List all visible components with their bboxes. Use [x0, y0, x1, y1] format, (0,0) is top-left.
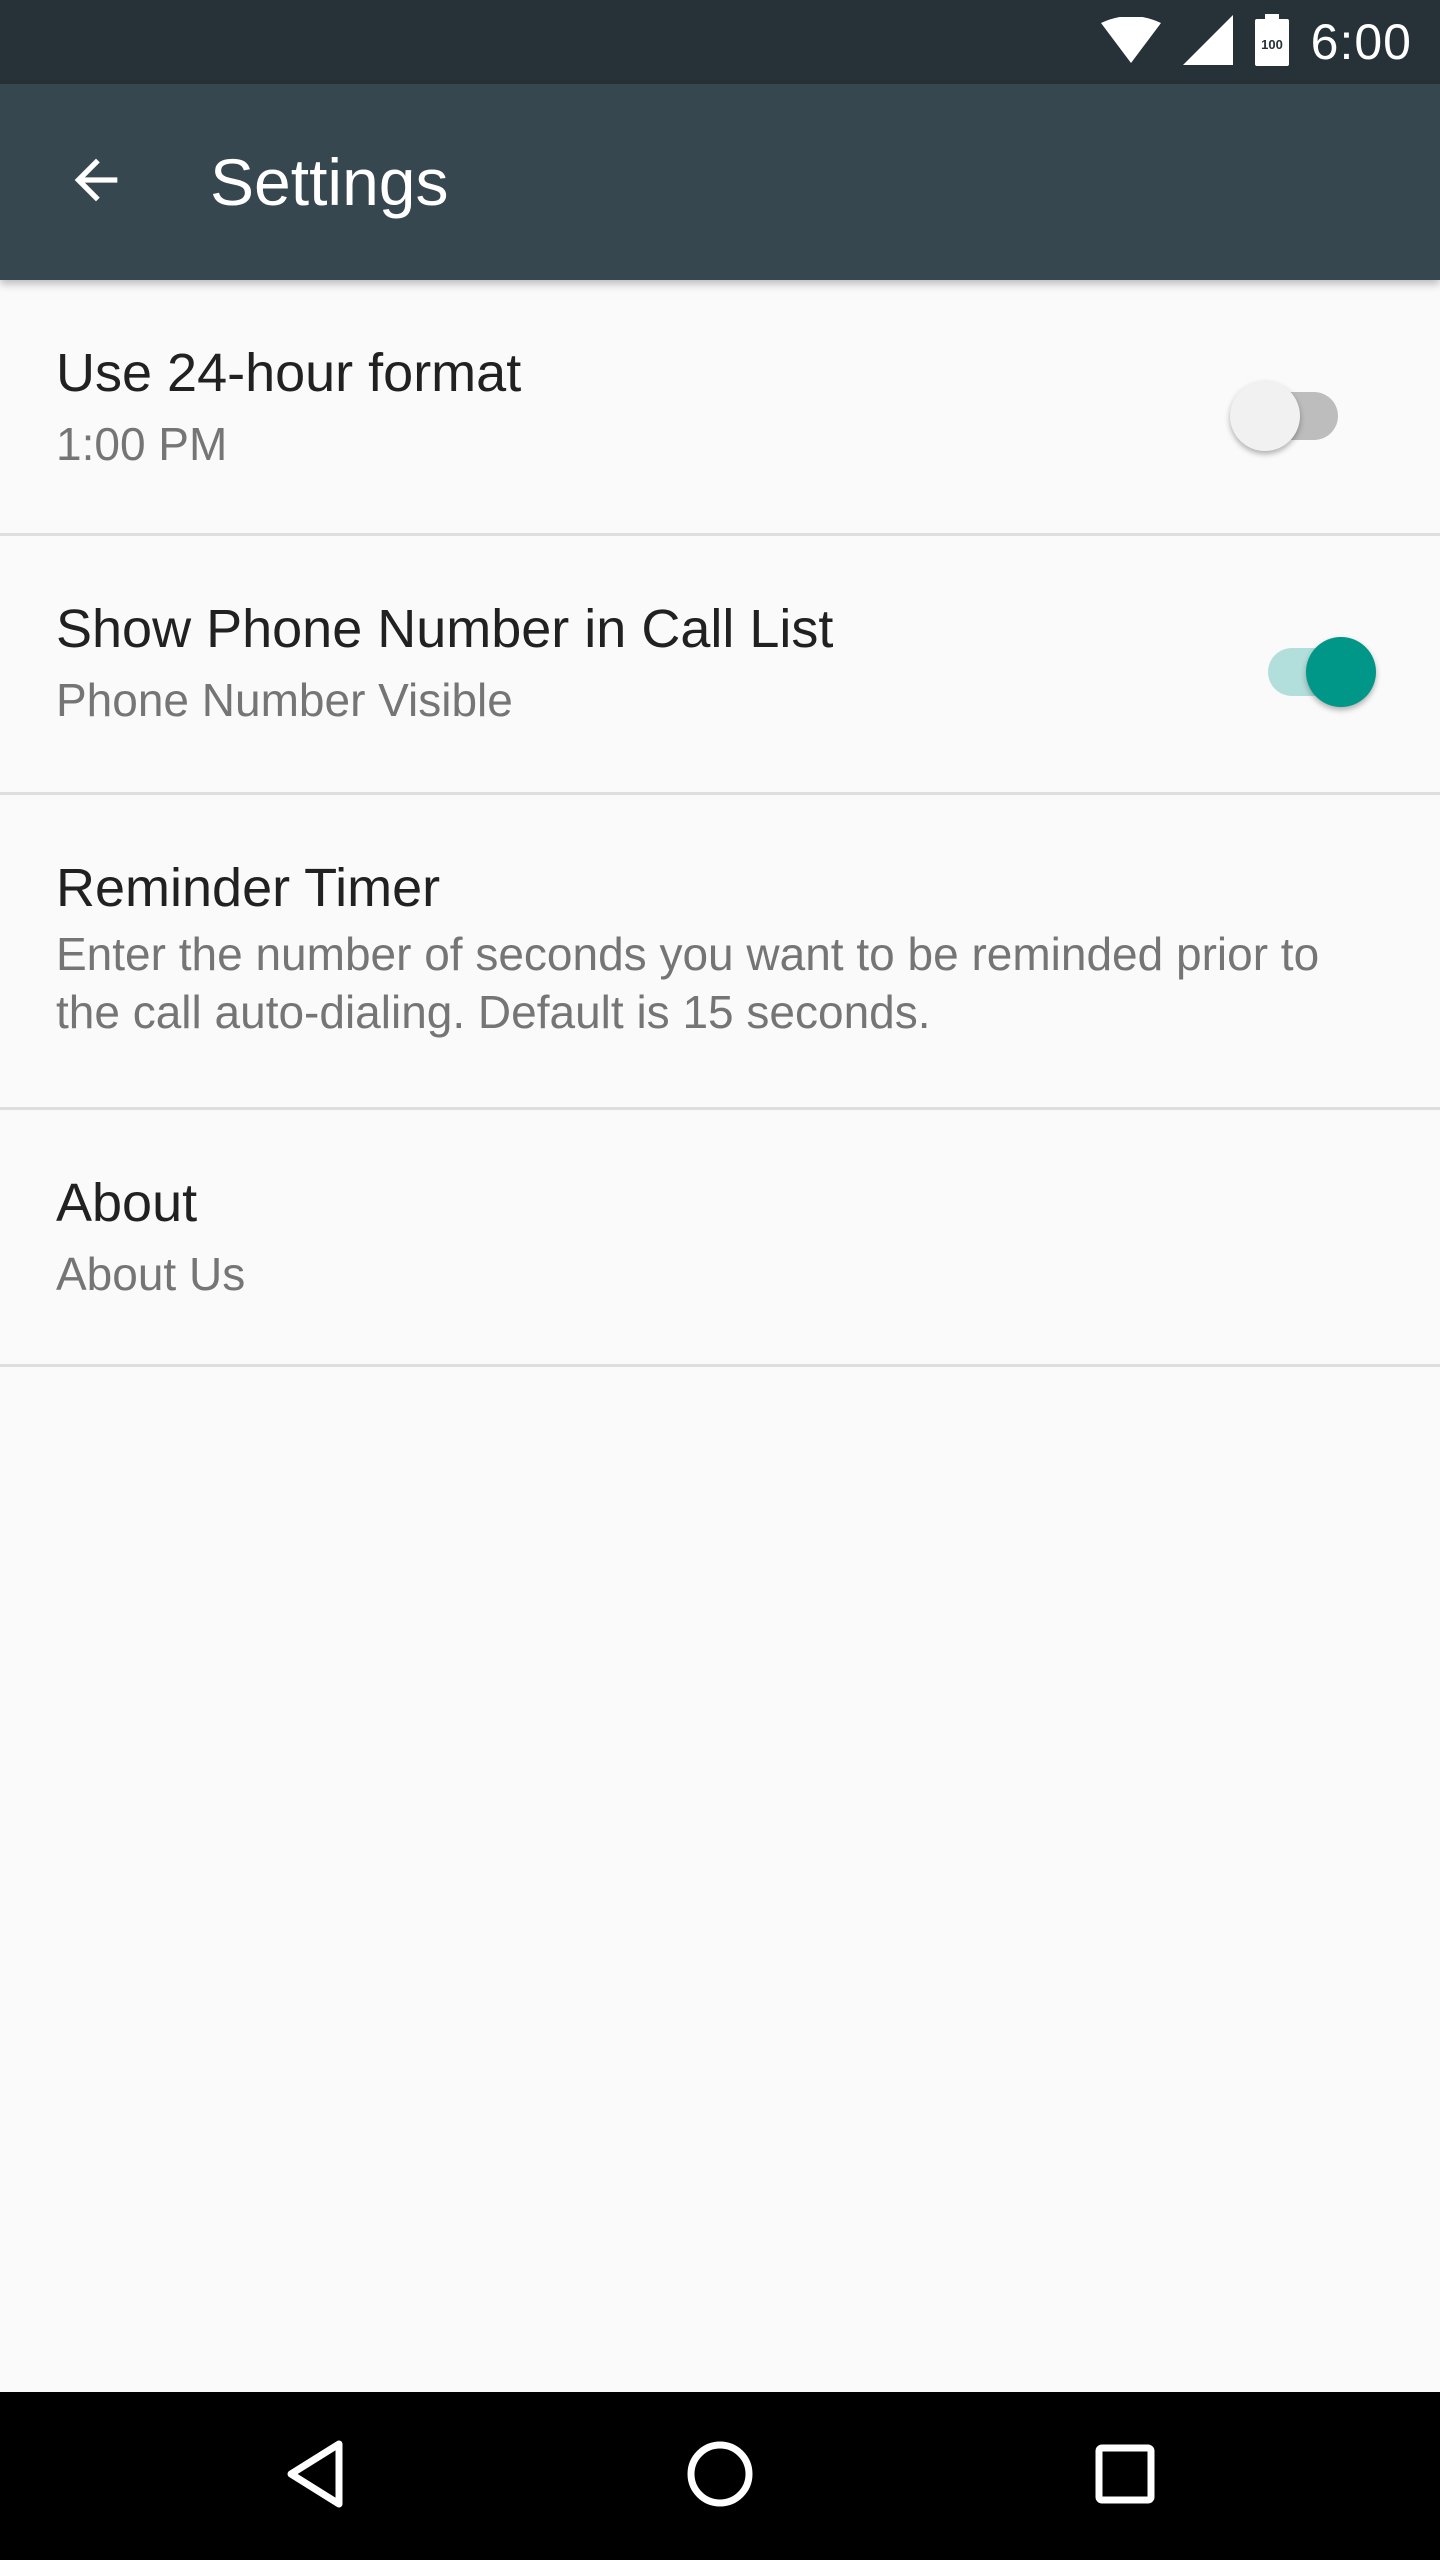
switch-thumb	[1306, 637, 1376, 707]
status-icons: 100 6:00	[1100, 0, 1412, 84]
arrow-back-icon	[64, 148, 128, 216]
setting-24-hour-format[interactable]: Use 24-hour format 1:00 PM	[0, 280, 1440, 536]
app-bar: Settings	[0, 84, 1440, 280]
setting-title: Show Phone Number in Call List	[56, 599, 834, 659]
battery-icon: 100	[1254, 14, 1289, 70]
back-triangle-icon	[283, 2438, 347, 2514]
setting-title: Reminder Timer	[56, 858, 441, 918]
back-button[interactable]	[40, 126, 152, 238]
navigation-bar	[0, 2392, 1440, 2560]
nav-home-button[interactable]	[660, 2416, 780, 2536]
nav-recents-button[interactable]	[1065, 2416, 1185, 2536]
nav-back-button[interactable]	[255, 2416, 375, 2536]
switch-thumb	[1230, 381, 1300, 451]
status-bar: 100 6:00	[0, 0, 1440, 84]
setting-about[interactable]: About About Us	[0, 1110, 1440, 1367]
home-circle-icon	[684, 2438, 756, 2514]
cellular-signal-icon	[1182, 15, 1233, 69]
24-hour-format-switch[interactable]	[1230, 370, 1350, 451]
wifi-icon	[1100, 16, 1161, 67]
settings-list: Use 24-hour format 1:00 PM Show Phone Nu…	[0, 280, 1440, 1367]
setting-reminder-timer[interactable]: Reminder Timer Enter the number of secon…	[0, 795, 1440, 1110]
setting-summary: About Us	[56, 1248, 246, 1300]
setting-summary: Enter the number of seconds you want to …	[56, 928, 1320, 1038]
page-title: Settings	[210, 145, 449, 219]
battery-level-text: 100	[1261, 37, 1283, 52]
setting-summary: Phone Number Visible	[56, 674, 513, 726]
status-time: 6:00	[1310, 14, 1412, 70]
setting-show-phone-number[interactable]: Show Phone Number in Call List Phone Num…	[0, 536, 1440, 795]
show-phone-number-switch[interactable]	[1256, 626, 1376, 707]
recents-square-icon	[1093, 2442, 1157, 2510]
setting-title: About	[56, 1173, 198, 1233]
setting-summary: 1:00 PM	[56, 418, 228, 470]
setting-title: Use 24-hour format	[56, 343, 522, 403]
